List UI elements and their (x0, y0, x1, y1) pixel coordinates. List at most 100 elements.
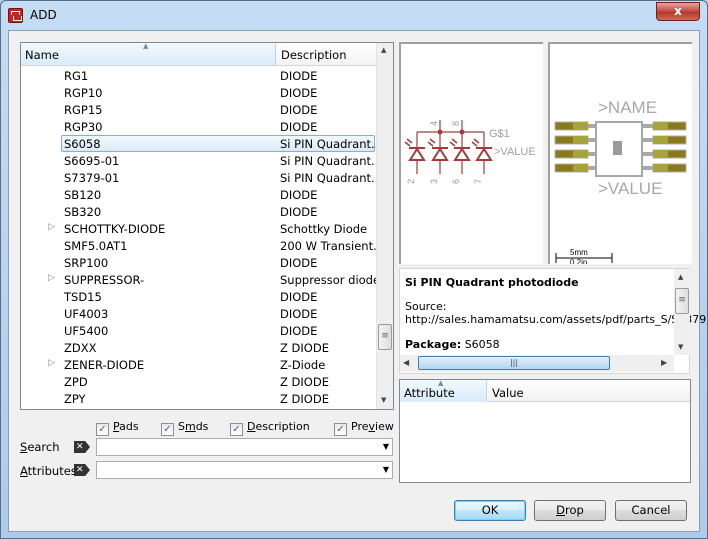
smd-pad-left-2 (554, 135, 597, 145)
pin-label: 2 (406, 179, 416, 184)
tree-vertical-scrollbar[interactable]: ▲ ≡ ▼ (376, 43, 393, 409)
attributes-clear-icon[interactable]: ✕ (74, 464, 90, 476)
pin-label: 6 (451, 179, 461, 184)
scale-metric-label: 5mm (570, 248, 588, 257)
part-description: DIODE (280, 205, 318, 219)
tree-row[interactable]: SB120 DIODE (21, 186, 376, 203)
tree-row[interactable]: ZPD Z DIODE (21, 373, 376, 390)
photodiode-1 (404, 138, 426, 161)
search-label: Search (20, 440, 60, 454)
tree-row[interactable]: RG1 DIODE (21, 67, 376, 84)
tree-row[interactable]: ZDXX Z DIODE (21, 339, 376, 356)
expand-arrow-icon[interactable]: ▷ (48, 358, 55, 368)
pin-label: 4 (429, 121, 439, 126)
tree-row[interactable]: UF4003 DIODE (21, 305, 376, 322)
expand-arrow-icon[interactable]: ▷ (48, 273, 55, 283)
tree-row[interactable]: S7379-01 Si PIN Quadrant... (21, 169, 382, 186)
package-value: S6058 (464, 338, 500, 351)
tree-row[interactable]: RGP30 DIODE (21, 118, 376, 135)
schematic-preview: 4 8 2 3 6 7 G$1 >VALUE (399, 42, 543, 264)
tree-row[interactable]: TSD15 DIODE (21, 288, 376, 305)
scrollbar-thumb[interactable]: ≡ (675, 288, 689, 314)
smd-pad-right-1 (642, 121, 687, 131)
description-checkbox[interactable]: ✓ Description (230, 420, 310, 436)
tree-row[interactable]: SRP100 DIODE (21, 254, 376, 271)
description-vertical-scrollbar[interactable]: ▲ ≡ ▼ (674, 269, 690, 355)
smds-checkbox[interactable]: ✓ Smds (161, 420, 208, 436)
tree-row[interactable]: SB320 DIODE (21, 203, 376, 220)
part-description: DIODE (280, 324, 318, 338)
package-name-label: >NAME (598, 98, 657, 117)
scrollbar-thumb[interactable]: ≡ (378, 324, 392, 350)
attributes-combobox[interactable]: ▼ (96, 461, 393, 479)
description-check-icon[interactable]: ✓ (230, 423, 243, 436)
tree-row[interactable]: UF5400 DIODE (21, 322, 376, 339)
preview-label-pre: Pre (351, 420, 369, 433)
column-header-value[interactable]: Value (488, 380, 690, 402)
scroll-down-arrow-icon[interactable]: ▼ (381, 396, 386, 404)
tree-row[interactable]: RGP15 DIODE (21, 101, 376, 118)
smds-check-icon[interactable]: ✓ (161, 423, 174, 436)
scrollbar-thumb[interactable]: ||| (418, 356, 610, 370)
schematic-symbol: 4 8 2 3 6 7 G$1 >VALUE (404, 120, 536, 184)
column-header-attribute[interactable]: ▲ Attribute (400, 379, 487, 402)
gate-name-label: G$1 (489, 128, 510, 140)
chevron-down-icon[interactable]: ▼ (383, 465, 389, 474)
package-value-label: >VALUE (598, 179, 662, 198)
pads-check-icon[interactable]: ✓ (96, 423, 109, 436)
parts-tree[interactable]: ▲ Name Description RG1 DIODE RGP10 DIODE RGP… (20, 42, 394, 410)
part-name: TSD15 (64, 290, 102, 304)
column-header-name[interactable]: ▲ Name (21, 43, 276, 65)
part-description: DIODE (280, 86, 318, 100)
part-description: Z-Diode (280, 358, 326, 372)
search-combobox[interactable]: ▼ (96, 438, 393, 456)
part-description: Z DIODE (280, 392, 329, 406)
tree-row[interactable]: RGP10 DIODE (21, 84, 376, 101)
part-name: RGP15 (64, 103, 103, 117)
tree-row[interactable]: ▷ SCHOTTKY-DIODE Schottky Diode (21, 220, 376, 237)
scroll-right-arrow-icon[interactable]: ▶ (661, 358, 667, 367)
description-horizontal-scrollbar[interactable]: ◀ ||| ▶ (400, 355, 674, 372)
part-name: UF4003 (64, 307, 109, 321)
tree-row[interactable]: S6695-01 Si PIN Quadrant... (21, 152, 382, 169)
drop-label-accel: D (556, 503, 566, 517)
drop-button[interactable]: Drop (534, 500, 606, 521)
part-name: ZPD (64, 375, 88, 389)
part-description: DIODE (280, 69, 318, 83)
smd-pad-right-3 (642, 149, 687, 159)
preview-checkbox[interactable]: ✓ Preview (334, 420, 394, 436)
search-clear-icon[interactable]: ✕ (74, 441, 90, 453)
source-url-link[interactable]: http://sales.hamamatsu.com/assets/pdf/pa… (405, 313, 706, 326)
column-header-description[interactable]: Description (277, 43, 347, 65)
photodiode-3 (449, 138, 471, 161)
expand-arrow-icon[interactable]: ▷ (48, 222, 55, 232)
photodiode-4 (471, 138, 493, 161)
pads-checkbox[interactable]: ✓ Pads (96, 420, 139, 436)
ok-button[interactable]: OK (454, 500, 526, 521)
tree-row[interactable]: SMF5.0AT1 200 W Transient... (21, 237, 384, 254)
tree-rows: RG1 DIODE RGP10 DIODE RGP15 DIODE RGP30 DIODE S6… (21, 67, 384, 407)
part-description: DIODE (280, 120, 318, 134)
attribute-table[interactable]: ▲ Attribute Value (399, 379, 691, 483)
tree-row[interactable]: ▷ SUPPRESSOR- Suppressor diode (21, 271, 380, 288)
scroll-down-arrow-icon[interactable]: ▼ (678, 343, 683, 351)
scroll-up-arrow-icon[interactable]: ▲ (678, 273, 683, 281)
tree-row[interactable]: S6058 Si PIN Quadrant... (21, 135, 382, 152)
title-bar[interactable]: ADD x (1, 1, 707, 29)
part-description: Si PIN Quadrant... (280, 154, 382, 168)
preview-label-post: iew (375, 420, 394, 433)
scroll-up-arrow-icon[interactable]: ▲ (381, 46, 386, 54)
scroll-left-arrow-icon[interactable]: ◀ (403, 358, 409, 367)
part-name: RGP30 (64, 120, 103, 134)
cancel-button[interactable]: Cancel (615, 500, 687, 521)
preview-check-icon[interactable]: ✓ (334, 423, 347, 436)
close-button[interactable]: x (656, 2, 700, 21)
part-description: DIODE (280, 188, 318, 202)
tree-row[interactable]: ▷ ZENER-DIODE Z-Diode (21, 356, 376, 373)
tree-row[interactable]: ZPY Z DIODE (21, 390, 376, 407)
eagle-app-icon (8, 8, 23, 23)
part-description: Suppressor diode (280, 273, 381, 287)
scale-imperial-label: 0.2in (570, 258, 587, 264)
part-name: ZDXX (64, 341, 97, 355)
chevron-down-icon[interactable]: ▼ (383, 442, 389, 451)
